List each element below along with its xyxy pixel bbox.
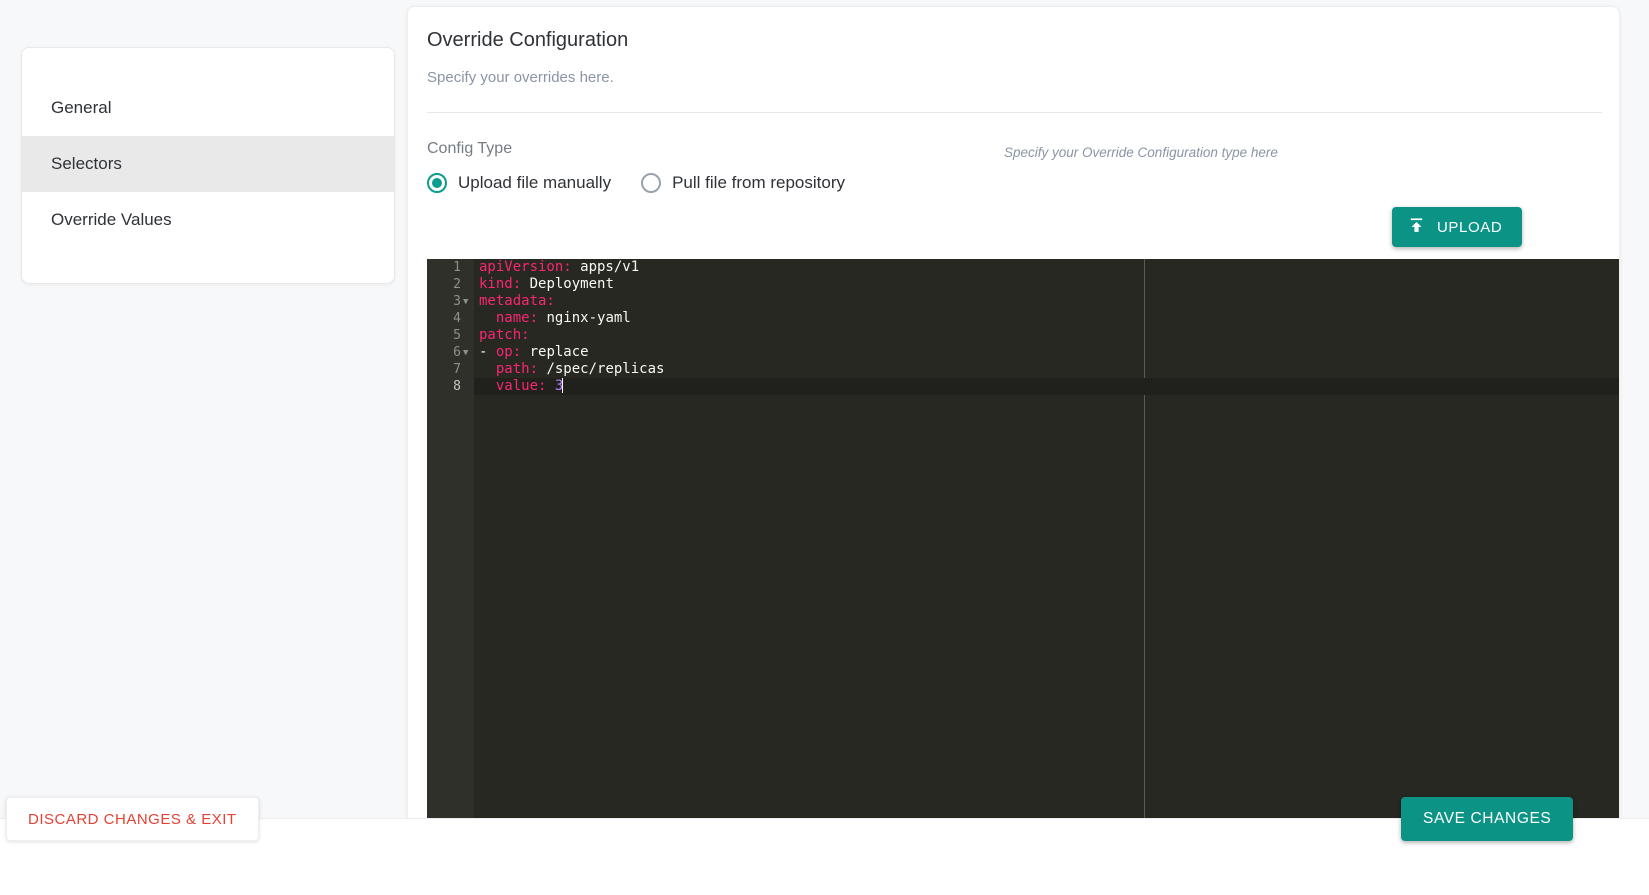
save-changes-label: SAVE CHANGES [1423,810,1552,827]
code-text: path: /spec/replicas [479,361,665,377]
settings-sidebar: General Selectors Override Values [21,47,395,284]
code-text: name: nginx-yaml [479,310,631,326]
radio-unselected-icon [641,173,662,193]
line-number: 3 [453,294,461,309]
editor-code-area[interactable]: 1 apiVersion: apps/v1 2 kind: Deployment 3 ▼ m… [427,259,1619,818]
config-type-hint: Specify your Override Configuration type… [1004,145,1278,160]
config-type-label: Config Type [427,140,513,157]
sidebar-item-selectors[interactable]: Selectors [22,136,394,192]
code-text: metadata: [479,293,555,309]
line-number: 6 [453,345,461,360]
radio-upload-file-manually[interactable]: Upload file manually [427,173,611,193]
discard-changes-label: DISCARD CHANGES & EXIT [28,810,237,828]
upload-button-label: UPLOAD [1437,218,1503,236]
discard-changes-button[interactable]: DISCARD CHANGES & EXIT [6,797,259,841]
sidebar-item-label: Override Values [51,210,172,229]
radio-selected-icon [427,173,447,193]
code-text: value: 3 [479,378,564,394]
code-line[interactable]: 4 name: nginx-yaml [427,310,1619,327]
header-divider [427,112,1602,113]
page-title: Override Configuration [427,29,629,51]
line-number: 8 [453,379,461,394]
code-text: apiVersion: apps/v1 [479,259,640,275]
sidebar-item-label: General [51,98,112,117]
code-line[interactable]: 6 ▼ - op: replace [427,344,1619,361]
line-number: 2 [453,277,461,292]
radio-pull-file-from-repository[interactable]: Pull file from repository [641,173,845,193]
upload-icon [1408,217,1425,238]
sidebar-item-override-values[interactable]: Override Values [22,192,394,248]
line-number: 5 [453,328,461,343]
page-subtitle: Specify your overrides here. [427,69,614,86]
code-line[interactable]: 3 ▼ metadata: [427,293,1619,310]
yaml-code-editor[interactable]: 1 apiVersion: apps/v1 2 kind: Deployment 3 ▼ m… [427,259,1619,818]
sidebar-item-label: Selectors [51,154,122,173]
active-line-highlight [474,378,1619,395]
code-line[interactable]: 8 value: 3 [427,378,1619,395]
code-text: kind: Deployment [479,276,614,292]
save-changes-button[interactable]: SAVE CHANGES [1401,797,1574,841]
radio-label: Upload file manually [458,173,612,192]
config-type-radio-group: Upload file manually Pull file from repo… [427,173,845,193]
line-number: 4 [453,311,461,326]
code-line[interactable]: 5 patch: [427,327,1619,344]
code-text: - op: replace [479,344,589,360]
code-line[interactable]: 2 kind: Deployment [427,276,1619,293]
text-cursor [562,378,564,393]
code-text: patch: [479,327,530,343]
upload-button[interactable]: UPLOAD [1392,207,1523,247]
code-line[interactable]: 7 path: /spec/replicas [427,361,1619,378]
line-number: 7 [453,362,461,377]
radio-label: Pull file from repository [672,173,845,192]
line-number: 1 [453,260,461,275]
override-configuration-panel: Override Configuration Specify your over… [407,6,1620,818]
app-root: General Selectors Override Values Overri… [0,0,1649,895]
sidebar-item-general[interactable]: General [22,80,394,136]
code-line[interactable]: 1 apiVersion: apps/v1 [427,259,1619,276]
